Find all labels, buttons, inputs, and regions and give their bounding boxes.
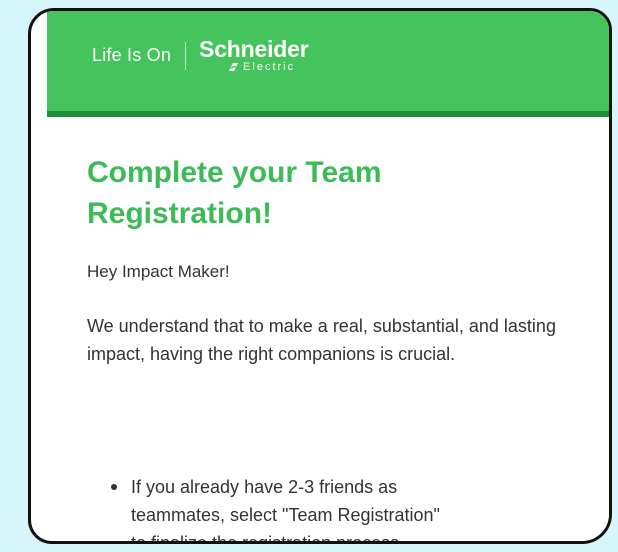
logo-sub: Electric [227, 62, 308, 73]
greeting: Hey Impact Maker! [87, 262, 230, 281]
logo-name: Schneider [199, 36, 309, 62]
header-banner: Life Is On Schneider Electric [47, 11, 609, 117]
body-paragraph: We understand that to make a real, subst… [87, 316, 556, 364]
logo-sub-label: Electric [243, 61, 296, 73]
bullet-icon [111, 484, 117, 490]
schneider-logo: Schneider Electric [199, 36, 309, 73]
tagline: Life Is On [92, 45, 172, 65]
list-item: If you already have 2-3 friends as teamm… [87, 473, 517, 544]
list-item-text: If you already have 2-3 friends as teamm… [131, 477, 440, 544]
brand-divider [185, 41, 187, 70]
bullet-list: If you already have 2-3 friends as teamm… [87, 473, 517, 544]
brand-row: Life Is On Schneider Electric [92, 36, 309, 73]
logo-mark-icon [229, 63, 239, 71]
page-title: Complete your Team Registration! [87, 156, 382, 230]
email-preview-frame: Life Is On Schneider Electric Complete y… [28, 8, 612, 544]
email-body: Complete your Team Registration! Hey Imp… [47, 117, 609, 544]
